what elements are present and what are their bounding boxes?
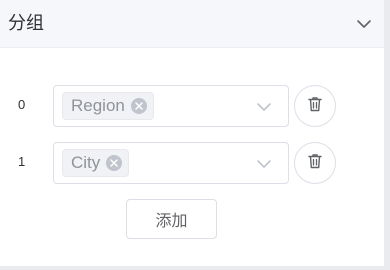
divider (0, 266, 390, 270)
trash-icon (306, 152, 324, 175)
tag-label: City (71, 153, 101, 172)
close-icon[interactable] (106, 155, 123, 171)
section-title: 分组 (8, 13, 44, 34)
group-field-select[interactable]: City (53, 142, 289, 184)
scrollbar-track[interactable] (384, 0, 390, 270)
group-row: 0 Region (0, 85, 384, 127)
group-field-select[interactable]: Region (53, 85, 289, 127)
chevron-down-icon (254, 154, 274, 174)
chevron-down-icon[interactable] (354, 14, 374, 34)
tag-label: Region (71, 96, 125, 115)
chevron-down-icon (254, 97, 274, 117)
delete-button[interactable] (294, 142, 336, 184)
selected-tag: Region (62, 92, 154, 120)
group-row: 1 City (0, 142, 384, 184)
trash-icon (306, 95, 324, 118)
close-icon[interactable] (130, 98, 147, 114)
row-index: 1 (18, 154, 26, 169)
row-index: 0 (18, 97, 26, 112)
delete-button[interactable] (294, 85, 336, 127)
section-header[interactable]: 分组 (0, 0, 384, 48)
add-button[interactable]: 添加 (126, 199, 217, 239)
group-panel: 分组 0 Region 1 City 添加 (0, 0, 390, 270)
selected-tag: City (62, 149, 130, 177)
